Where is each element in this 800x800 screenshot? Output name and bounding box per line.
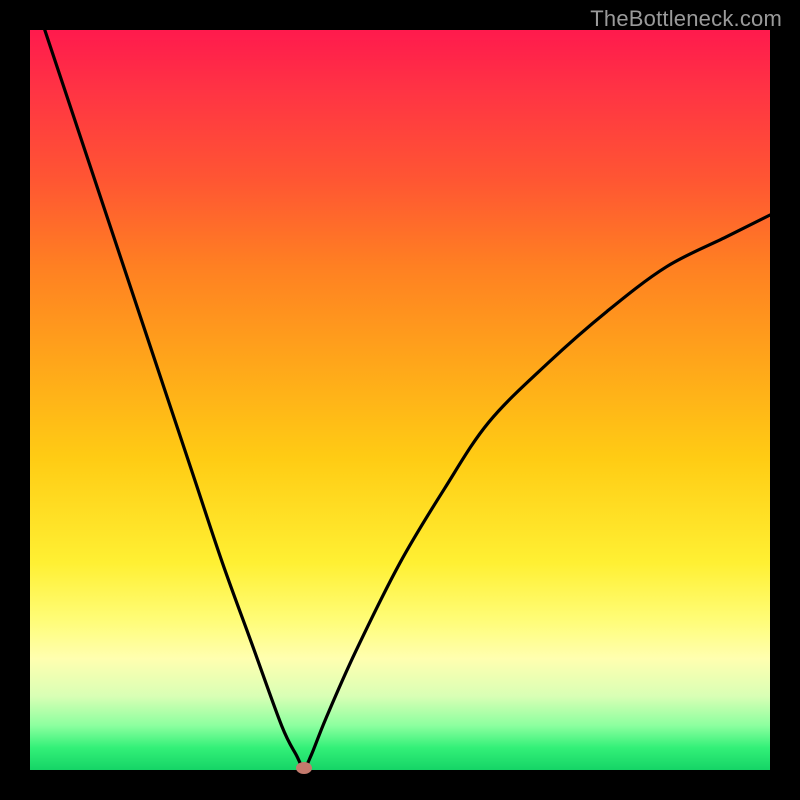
chart-frame: TheBottleneck.com xyxy=(0,0,800,800)
minimum-marker xyxy=(296,762,312,774)
curve-svg xyxy=(30,30,770,770)
plot-area xyxy=(30,30,770,770)
watermark-text: TheBottleneck.com xyxy=(590,6,782,32)
bottleneck-curve-path xyxy=(45,30,770,768)
